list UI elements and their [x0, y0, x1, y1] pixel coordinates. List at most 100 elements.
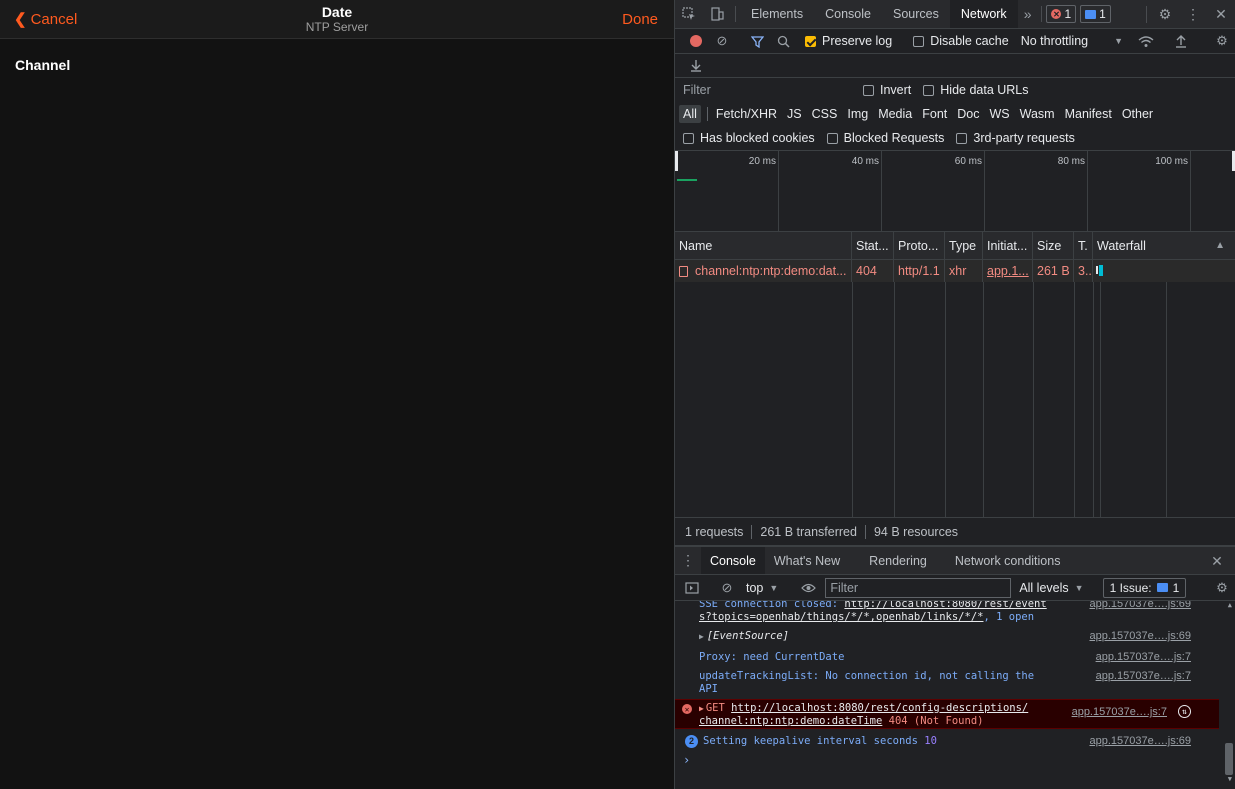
col-time[interactable]: T. — [1074, 232, 1093, 259]
console-settings-gear-icon[interactable]: ⚙ — [1209, 576, 1235, 600]
tab-network[interactable]: Network — [949, 0, 1018, 28]
context-select[interactable]: top ▼ — [746, 581, 778, 595]
url-link[interactable]: http://localhost:8080/rest/event — [844, 601, 1046, 610]
error-icon: ✕ — [682, 704, 692, 714]
row-name[interactable]: channel:ntp:ntp:demo:dat... — [675, 260, 852, 282]
search-icon[interactable] — [770, 29, 796, 53]
col-initiator[interactable]: Initiat... — [983, 232, 1033, 259]
network-overview-timeline[interactable]: 20 ms 40 ms 60 ms 80 ms 100 ms — [675, 151, 1235, 232]
scroll-down-icon[interactable]: ▼ — [1228, 775, 1232, 783]
type-doc[interactable]: Doc — [953, 105, 983, 123]
inspect-element-icon[interactable] — [675, 0, 703, 28]
drawer-tab-network-conditions[interactable]: Network conditions — [941, 547, 1070, 574]
url-link[interactable]: channel:ntp:ntp:demo:dateTime — [699, 715, 882, 727]
errors-badge[interactable]: ✕ 1 — [1046, 5, 1077, 23]
preserve-log-checkbox[interactable]: Preserve log — [805, 34, 892, 48]
invert-checkbox[interactable]: Invert — [863, 83, 911, 97]
type-manifest[interactable]: Manifest — [1061, 105, 1116, 123]
sidebar-toggle-icon[interactable] — [679, 576, 705, 600]
row-initiator-link[interactable]: app.1... — [983, 260, 1033, 282]
devtools-panel: Elements Console Sources Network » ✕ 1 1… — [674, 0, 1235, 789]
throttling-select[interactable]: No throttling ▼ — [1021, 34, 1123, 48]
console-log[interactable]: SSE connection closed: http://localhost:… — [675, 601, 1235, 783]
type-img[interactable]: Img — [843, 105, 872, 123]
console-scrollbar[interactable]: ▲ ▼ — [1223, 601, 1233, 783]
messages-badge[interactable]: 1 — [1080, 5, 1111, 23]
type-all[interactable]: All — [679, 105, 701, 123]
drawer-tab-console[interactable]: Console — [701, 547, 765, 574]
checkbox — [863, 84, 874, 96]
scrollbar-thumb[interactable] — [1225, 743, 1233, 775]
source-link[interactable]: app.157037e….js:69 — [1089, 601, 1191, 611]
console-prompt[interactable]: › — [675, 754, 1219, 767]
done-button[interactable]: Done — [622, 11, 658, 28]
type-ws[interactable]: WS — [985, 105, 1013, 123]
url-link[interactable]: http://localhost:8080/rest/config-descri… — [731, 702, 1028, 714]
third-party-requests-checkbox[interactable]: 3rd-party requests — [956, 131, 1075, 145]
network-conditions-icon[interactable] — [1133, 29, 1159, 53]
clear-icon[interactable]: ⊘ — [709, 29, 735, 53]
type-css[interactable]: CSS — [808, 105, 842, 123]
filter-funnel-icon[interactable] — [744, 29, 770, 53]
close-icon[interactable]: ✕ — [1207, 0, 1235, 29]
context-value: top — [746, 580, 764, 595]
drawer-tab-whats-new[interactable]: What's New — [765, 547, 849, 574]
disable-cache-checkbox[interactable]: Disable cache — [913, 34, 1009, 48]
source-link[interactable]: app.157037e….js:69 — [1089, 630, 1191, 643]
type-js[interactable]: JS — [783, 105, 806, 123]
sort-ascending-icon: ▲ — [1215, 240, 1225, 251]
scroll-up-icon[interactable]: ▲ — [1228, 601, 1232, 609]
table-row[interactable]: channel:ntp:ntp:demo:dat... 404 http/1.1… — [675, 260, 1235, 282]
console-message[interactable]: ▶ [EventSource] app.157037e….js:69 — [675, 630, 1219, 643]
col-protocol[interactable]: Proto... — [894, 232, 945, 259]
col-status[interactable]: Stat... — [852, 232, 894, 259]
col-waterfall[interactable]: Waterfall ▲ — [1093, 232, 1235, 259]
col-type[interactable]: Type — [945, 232, 983, 259]
drawer-close-icon[interactable]: ✕ — [1203, 547, 1231, 575]
separator — [751, 524, 753, 539]
clear-console-icon[interactable]: ⊘ — [714, 576, 740, 600]
tab-console[interactable]: Console — [814, 0, 882, 28]
type-font[interactable]: Font — [918, 105, 951, 123]
source-link[interactable]: app.157037e….js:7 — [1072, 706, 1167, 719]
export-har-icon[interactable] — [683, 54, 709, 78]
drawer-tab-rendering[interactable]: Rendering — [849, 547, 941, 574]
filter-input[interactable]: Filter — [683, 81, 849, 99]
kebab-menu-icon[interactable]: ⋮ — [1179, 0, 1207, 29]
col-name[interactable]: Name — [675, 232, 852, 259]
col-size[interactable]: Size — [1033, 232, 1074, 259]
type-wasm[interactable]: Wasm — [1016, 105, 1059, 123]
device-toolbar-icon[interactable] — [703, 0, 731, 28]
source-link[interactable]: app.157037e….js:7 — [1096, 651, 1191, 664]
log-levels-select[interactable]: All levels ▼ — [1019, 581, 1083, 595]
expand-triangle-icon[interactable]: ▶ — [699, 632, 704, 641]
grid-line — [984, 151, 985, 231]
network-settings-gear-icon[interactable]: ⚙ — [1209, 29, 1235, 53]
drawer-menu-icon[interactable]: ⋮ — [675, 547, 701, 574]
tab-sources[interactable]: Sources — [882, 0, 950, 28]
type-media[interactable]: Media — [874, 105, 916, 123]
column-divider — [1100, 282, 1101, 517]
record-button[interactable] — [683, 29, 709, 53]
type-fetch-xhr[interactable]: Fetch/XHR — [712, 105, 781, 123]
type-other[interactable]: Other — [1118, 105, 1157, 123]
network-panel-link-icon[interactable]: ⇅ — [1178, 705, 1191, 718]
issues-button[interactable]: 1 Issue: 1 — [1102, 577, 1187, 598]
import-har-icon[interactable] — [1168, 29, 1194, 53]
has-blocked-cookies-checkbox[interactable]: Has blocked cookies — [683, 131, 815, 145]
url-link[interactable]: s?topics=openhab/things/*/*,openhab/link… — [699, 611, 983, 623]
source-link[interactable]: app.157037e….js:7 — [1096, 670, 1191, 683]
blocked-requests-label: Blocked Requests — [843, 131, 945, 145]
preserve-log-label: Preserve log — [822, 34, 893, 48]
tab-elements[interactable]: Elements — [740, 0, 814, 28]
expand-triangle-icon[interactable]: ▶ — [699, 704, 704, 713]
source-link[interactable]: app.157037e….js:69 — [1089, 735, 1191, 748]
console-filter-input[interactable]: Filter — [825, 577, 1012, 598]
blocked-requests-checkbox[interactable]: Blocked Requests — [826, 131, 945, 145]
more-tabs-icon[interactable]: » — [1018, 0, 1038, 28]
live-expression-eye-icon[interactable] — [795, 576, 821, 600]
settings-gear-icon[interactable]: ⚙ — [1151, 0, 1179, 29]
overview-left-handle[interactable] — [675, 151, 678, 171]
message-value: 10 — [924, 735, 937, 747]
hide-data-urls-checkbox[interactable]: Hide data URLs — [923, 83, 1029, 97]
